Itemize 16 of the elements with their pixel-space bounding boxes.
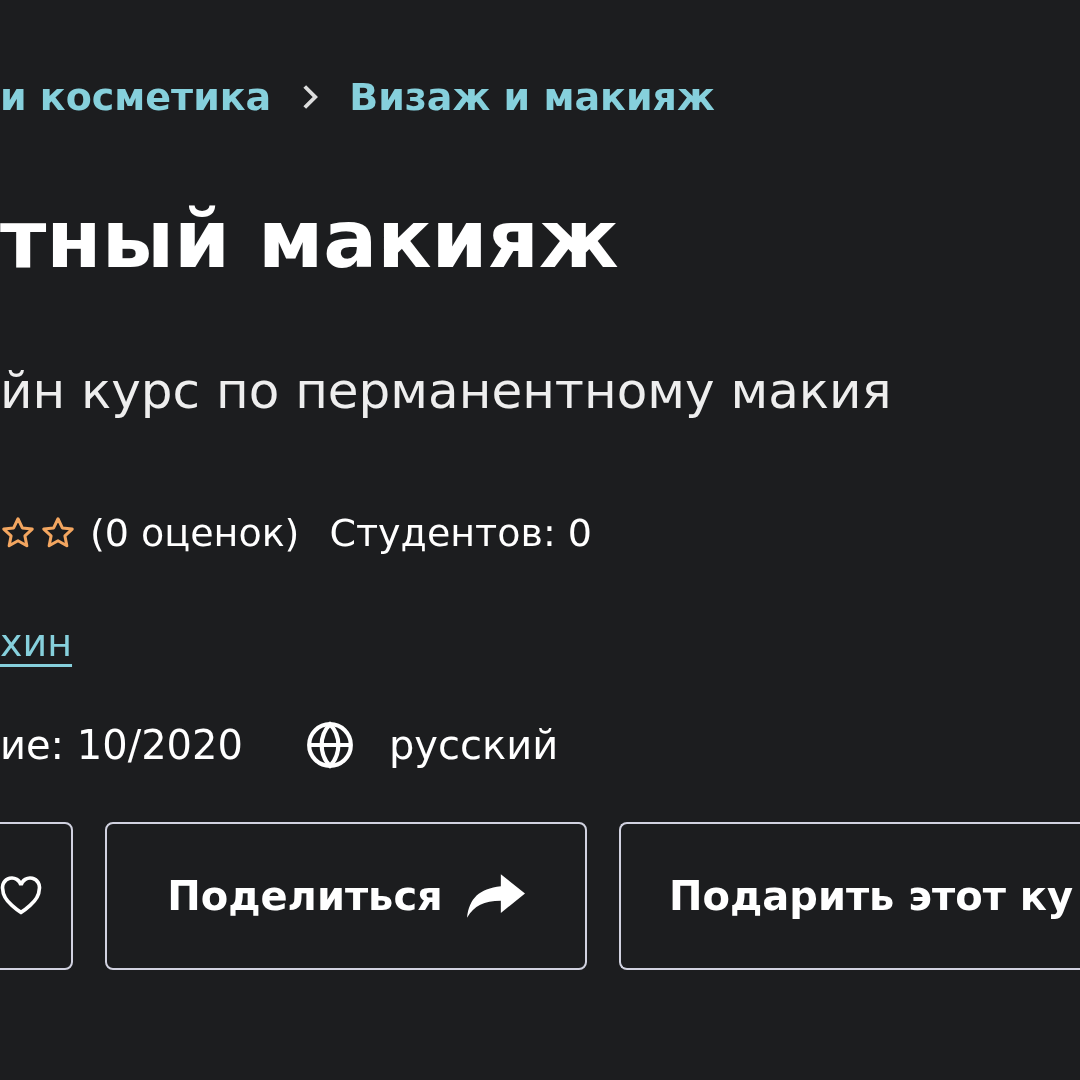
author-link[interactable]: хин	[0, 614, 73, 672]
breadcrumb-link[interactable]: и косметика	[0, 68, 272, 126]
breadcrumb-link[interactable]: Визаж и макияж	[349, 68, 715, 126]
rating-count: (0 оценок)	[90, 509, 300, 557]
course-subtitle: йн курс по перманентному макия	[0, 366, 893, 416]
heart-icon	[0, 876, 43, 916]
course-title: тный макияж	[0, 200, 620, 280]
share-arrow-icon	[466, 874, 525, 918]
share-label: Поделиться	[167, 872, 443, 921]
updated-date: ие: 10/2020	[0, 721, 243, 770]
language: русский	[388, 721, 559, 770]
globe-icon	[304, 720, 355, 770]
share-button[interactable]: Поделиться	[105, 822, 587, 970]
students-count: Студентов: 0	[329, 509, 592, 557]
gift-button[interactable]: Подарить этот ку	[619, 822, 1080, 970]
chevron-icon	[301, 83, 320, 111]
